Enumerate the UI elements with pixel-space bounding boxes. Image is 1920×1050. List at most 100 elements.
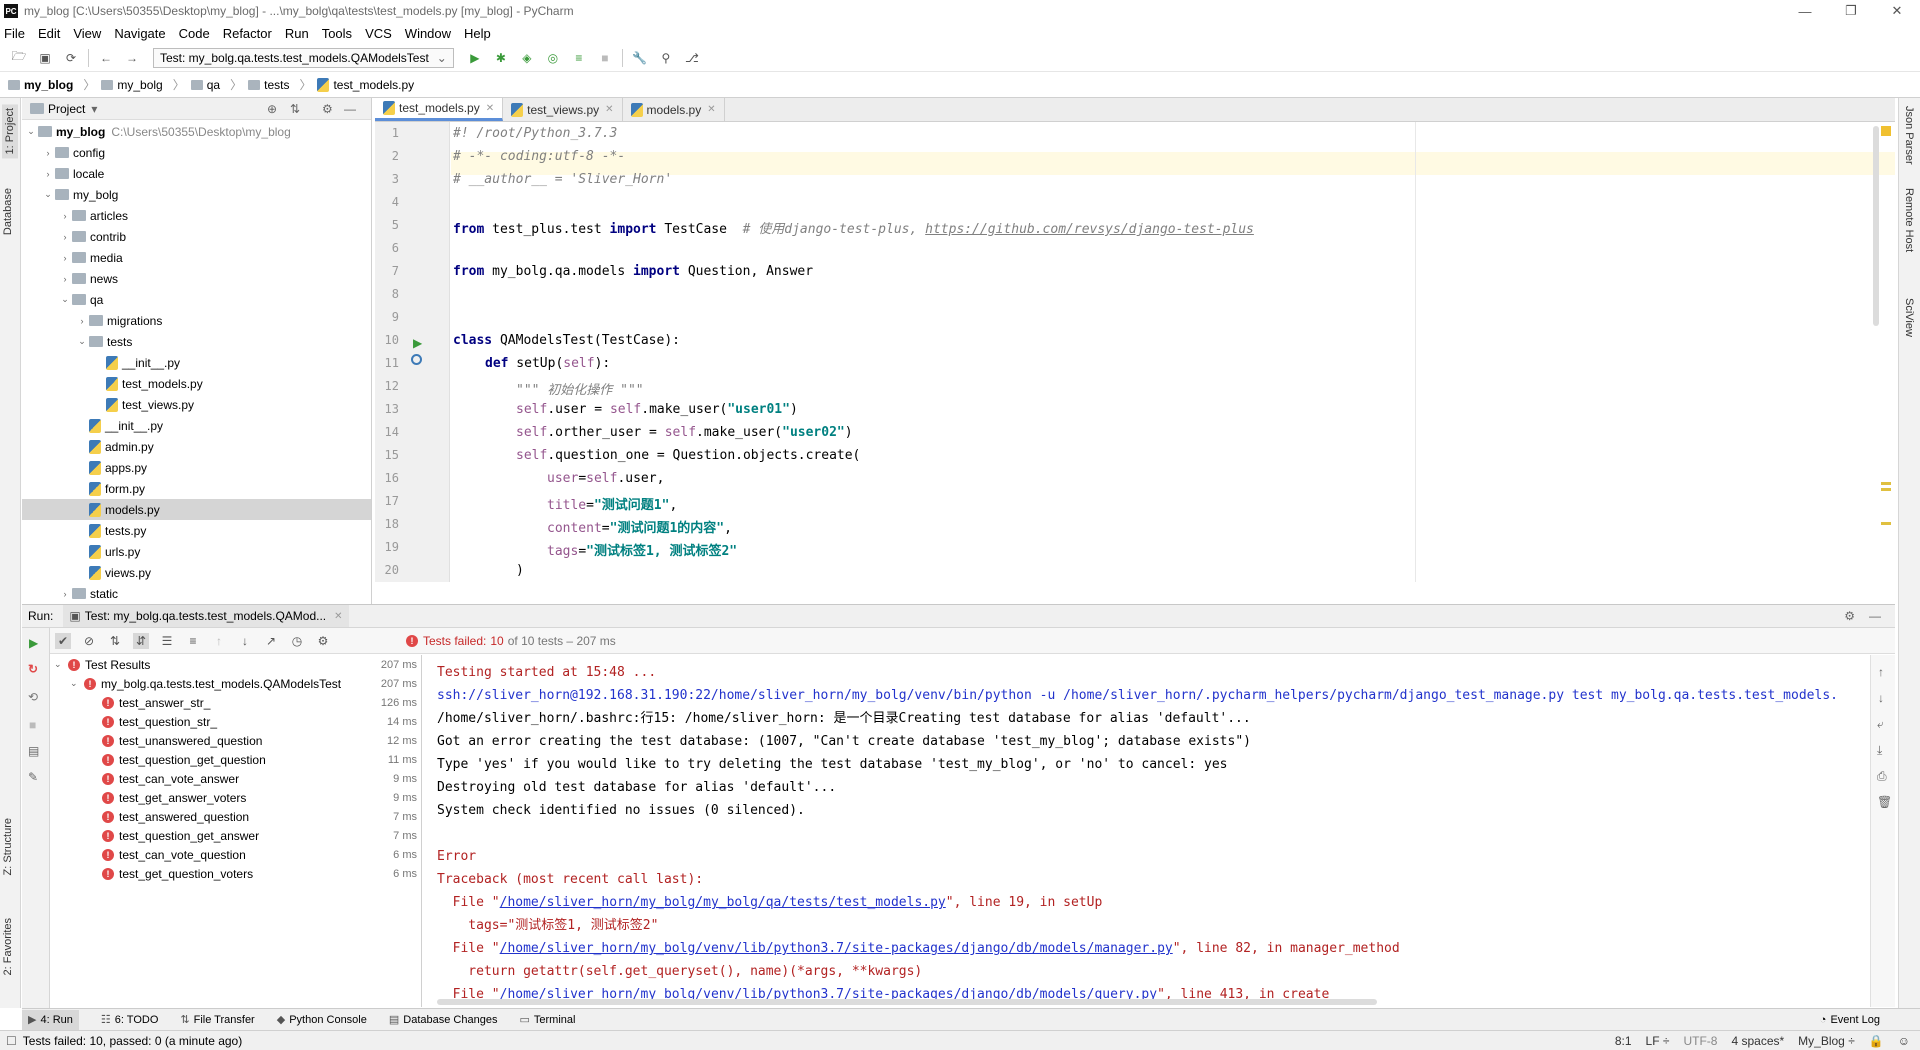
menu-run[interactable]: Run	[285, 26, 309, 41]
tree-item[interactable]: ⌄ tests	[22, 331, 371, 352]
menu-navigate[interactable]: Navigate	[114, 26, 165, 41]
breadcrumb-item[interactable]: test_models.py	[317, 77, 414, 92]
breadcrumb-item[interactable]: my_blog	[8, 78, 73, 92]
tree-item[interactable]: views.py	[22, 562, 371, 583]
pin-icon[interactable]: ✎	[28, 770, 38, 784]
test-case-row[interactable]: ! test_can_vote_question 6 ms	[50, 845, 421, 864]
tree-item[interactable]: › locale	[22, 163, 371, 184]
rerun-icon[interactable]: ▶	[29, 636, 38, 650]
breadcrumb-item[interactable]: qa	[190, 78, 220, 92]
run-config-dropdown[interactable]: Test: my_bolg.qa.tests.test_models.QAMod…	[153, 47, 454, 68]
tree-item[interactable]: __init__.py	[22, 352, 371, 373]
debug-icon[interactable]: ✱	[493, 50, 509, 66]
test-case-row[interactable]: ! test_answered_question 7 ms	[50, 807, 421, 826]
override-gutter-icon[interactable]	[411, 354, 422, 365]
tool-tab-project[interactable]: 1: Project	[2, 104, 18, 159]
breadcrumb-item[interactable]: tests	[248, 78, 289, 92]
expand-arrow-icon[interactable]: ⌄	[58, 294, 72, 305]
expand-arrow-icon[interactable]: ›	[58, 274, 72, 284]
forward-icon[interactable]: →	[124, 50, 140, 66]
layout-icon[interactable]: ▤	[28, 744, 39, 758]
show-ignored-icon[interactable]: ⊘	[81, 633, 97, 649]
menu-view[interactable]: View	[73, 26, 101, 41]
expand-arrow-icon[interactable]: ⌄	[41, 189, 55, 200]
expand-arrow-icon[interactable]: ⌄	[75, 336, 89, 347]
menu-tools[interactable]: Tools	[322, 26, 352, 41]
run-icon[interactable]: ▶	[467, 50, 483, 66]
locate-icon[interactable]: ⊕	[267, 102, 277, 116]
lock-icon[interactable]: 🔒	[1869, 1034, 1884, 1048]
tool-tab-sciview[interactable]: SciView	[1903, 298, 1915, 337]
tree-item[interactable]: › migrations	[22, 310, 371, 331]
expand-arrow-icon[interactable]: ›	[58, 253, 72, 263]
tool-tab-structure[interactable]: Z: Structure	[2, 818, 14, 875]
bottom-tab[interactable]: ▭ Terminal	[519, 1013, 575, 1027]
tool-tab-json-parser[interactable]: Json Parser	[1903, 106, 1915, 165]
project-view-selector[interactable]: Project	[48, 102, 85, 116]
minimize-icon[interactable]: —	[1782, 0, 1828, 22]
expand-all-icon[interactable]: ☰	[159, 633, 175, 649]
console-file-link[interactable]: /home/sliver_horn/my_bolg/venv/lib/pytho…	[500, 941, 1173, 956]
next-failed-icon[interactable]: ↓	[237, 633, 253, 649]
toggle-auto-test-icon[interactable]: ⟲	[28, 690, 38, 704]
expand-arrow-icon[interactable]: ›	[41, 169, 55, 179]
expand-arrow-icon[interactable]: ›	[58, 211, 72, 221]
run-console-output[interactable]: Testing started at 15:48 ... ssh://sliver…	[423, 655, 1870, 1007]
editor-scrollbar[interactable]	[1873, 126, 1879, 326]
tab-test-models[interactable]: test_models.py ✕	[375, 98, 504, 121]
expand-arrow-icon[interactable]: ⌄	[70, 678, 84, 689]
close-tab-icon[interactable]: ✕	[486, 103, 494, 114]
menu-code[interactable]: Code	[179, 26, 210, 41]
console-horizontal-scrollbar[interactable]	[437, 999, 1377, 1005]
close-tab-icon[interactable]: ✕	[707, 104, 715, 115]
tree-root[interactable]: ⌄ my_blog C:\Users\50355\Desktop\my_blog	[22, 121, 371, 142]
stop-icon[interactable]: ■	[29, 718, 36, 732]
inspector-icon[interactable]: ☺	[1898, 1034, 1910, 1048]
vcs-icon[interactable]: ⎇	[684, 50, 700, 66]
tree-item[interactable]: test_models.py	[22, 373, 371, 394]
expand-arrow-icon[interactable]: ›	[75, 316, 89, 326]
tool-tab-database[interactable]: Database	[2, 188, 14, 235]
tree-item[interactable]: › news	[22, 268, 371, 289]
gear-icon[interactable]: ⚙	[1844, 609, 1855, 623]
expand-arrow-icon[interactable]: ›	[58, 589, 72, 599]
test-suite-row[interactable]: ⌄ ! my_bolg.qa.tests.test_models.QAModel…	[50, 674, 421, 693]
search-icon[interactable]: ⚲	[658, 50, 674, 66]
tree-item[interactable]: urls.py	[22, 541, 371, 562]
tree-item[interactable]: ⌄ my_bolg	[22, 184, 371, 205]
settings-wrench-icon[interactable]: 🔧	[632, 50, 648, 66]
menu-vcs[interactable]: VCS	[365, 26, 392, 41]
close-tab-icon[interactable]: ✕	[605, 104, 613, 115]
test-case-row[interactable]: ! test_question_str_ 14 ms	[50, 712, 421, 731]
collapse-all-icon[interactable]: ≡	[185, 633, 201, 649]
menu-help[interactable]: Help	[464, 26, 491, 41]
indent-setting[interactable]: 4 spaces*	[1731, 1034, 1784, 1048]
rerun-failed-icon[interactable]: ↻	[28, 662, 38, 676]
line-separator[interactable]: LF ÷	[1646, 1034, 1670, 1048]
expand-arrow-icon[interactable]: ›	[41, 148, 55, 158]
prev-failed-icon[interactable]: ↑	[211, 633, 227, 649]
menu-file[interactable]: File	[4, 26, 25, 41]
gear-icon[interactable]: ⚙	[315, 633, 331, 649]
tab-models[interactable]: models.py ✕	[623, 98, 725, 121]
tree-item[interactable]: › config	[22, 142, 371, 163]
menu-edit[interactable]: Edit	[38, 26, 60, 41]
test-results-root[interactable]: ⌄ ! Test Results 207 ms	[50, 655, 421, 674]
expand-arrow-icon[interactable]: ›	[58, 232, 72, 242]
interpreter-selector[interactable]: My_Blog ÷	[1798, 1034, 1855, 1048]
console-file-link[interactable]: /home/sliver_horn/my_bolg/my_bolg/qa/tes…	[500, 895, 946, 910]
bottom-tab[interactable]: ◆ Python Console	[277, 1013, 367, 1027]
tool-tab-favorites[interactable]: 2: Favorites	[2, 918, 14, 975]
bottom-tab[interactable]: ⇅ File Transfer	[180, 1013, 254, 1027]
sort-alpha-icon[interactable]: ⇅	[107, 633, 123, 649]
file-encoding[interactable]: UTF-8	[1683, 1034, 1717, 1048]
caret-position[interactable]: 8:1	[1615, 1034, 1632, 1048]
bottom-tab[interactable]: ☷ 6: TODO	[101, 1013, 158, 1027]
test-case-row[interactable]: ! test_can_vote_answer 9 ms	[50, 769, 421, 788]
open-folder-icon[interactable]: 🗁	[11, 49, 27, 66]
print-icon[interactable]: ⎙	[1877, 769, 1887, 784]
profile-icon[interactable]: ◎	[545, 50, 561, 66]
menu-refactor[interactable]: Refactor	[223, 26, 272, 41]
breadcrumb-item[interactable]: my_bolg	[101, 78, 163, 92]
show-passed-icon[interactable]: ✔	[55, 632, 71, 649]
